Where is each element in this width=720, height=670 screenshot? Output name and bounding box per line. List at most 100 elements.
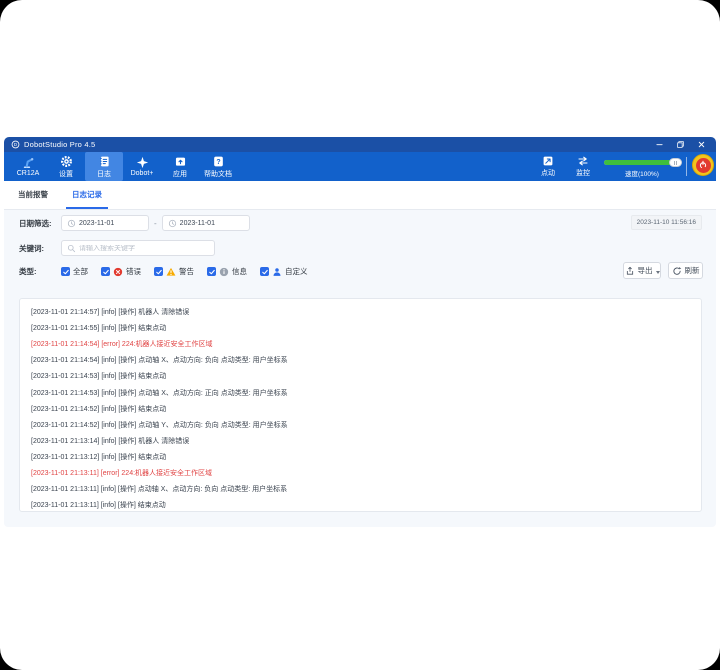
log-line: [2023-11-01 21:13:12] [info] [操作] 结束点动 bbox=[31, 449, 693, 465]
type-checkbox[interactable] bbox=[260, 267, 269, 276]
clock-icon bbox=[168, 219, 177, 228]
refresh-icon bbox=[672, 266, 682, 276]
nav-item-label: 日志 bbox=[97, 169, 111, 179]
check-icon bbox=[62, 268, 70, 276]
log-line: [2023-11-01 21:14:54] [info] [操作] 点动轴 X、… bbox=[31, 352, 693, 368]
refresh-label: 刷新 bbox=[685, 265, 700, 276]
log-line: [2023-11-01 21:14:54] [error] 224:机器人接近安… bbox=[31, 336, 693, 352]
check-icon bbox=[208, 268, 216, 276]
keyword-filter-row: 关键词: bbox=[19, 240, 215, 256]
log-list: [2023-11-01 21:14:57] [info] [操作] 机器人 清除… bbox=[19, 298, 702, 512]
type-filter-row: 类型: 全部错误警告信息自定义 bbox=[19, 263, 308, 280]
type-filter-自定义[interactable]: 自定义 bbox=[260, 266, 308, 277]
date-to-value[interactable] bbox=[180, 220, 244, 227]
log-line: [2023-11-01 21:13:11] [info] [操作] 结束点动 bbox=[31, 497, 693, 512]
check-icon bbox=[155, 268, 163, 276]
export-button[interactable]: 导出 bbox=[623, 262, 661, 279]
emergency-stop-inner bbox=[696, 158, 711, 173]
nav-item-帮助文档[interactable]: ? 帮助文档 bbox=[199, 152, 237, 181]
nav-item-label: 应用 bbox=[173, 169, 187, 179]
clock-icon bbox=[67, 219, 76, 228]
keyword-value[interactable] bbox=[79, 245, 209, 252]
log-line: [2023-11-01 21:13:11] [info] [操作] 点动轴 X、… bbox=[31, 481, 693, 497]
type-filter-label: 自定义 bbox=[285, 266, 308, 277]
type-filter-警告[interactable]: 警告 bbox=[154, 266, 194, 277]
date-filter-label: 日期筛选: bbox=[19, 218, 61, 229]
speed-slider[interactable] bbox=[604, 160, 680, 165]
nav-item-日志[interactable]: 日志 bbox=[85, 152, 123, 181]
monitor-button[interactable]: 监控 bbox=[568, 155, 598, 178]
system-time-badge: 2023-11-10 11:56:16 bbox=[631, 215, 702, 230]
date-range-separator: - bbox=[154, 219, 157, 228]
jog-label: 点动 bbox=[541, 168, 555, 178]
type-filter-全部[interactable]: 全部 bbox=[61, 266, 88, 277]
nav-item-cr12a[interactable]: CR12A bbox=[9, 152, 47, 181]
log-line: [2023-11-01 21:14:53] [info] [操作] 结束点动 bbox=[31, 368, 693, 384]
log-line: [2023-11-01 21:14:57] [info] [操作] 机器人 清除… bbox=[31, 304, 693, 320]
jog-icon bbox=[542, 155, 554, 167]
speed-label: 速度(100%) bbox=[602, 168, 682, 178]
nav-divider bbox=[686, 157, 687, 176]
gear-icon bbox=[60, 155, 73, 168]
refresh-button[interactable]: 刷新 bbox=[668, 262, 703, 279]
nav-item-label: 帮助文档 bbox=[204, 169, 232, 179]
monitor-label: 监控 bbox=[576, 168, 590, 178]
search-icon bbox=[67, 244, 76, 253]
apps-icon bbox=[174, 155, 187, 168]
log-line: [2023-11-01 21:14:55] [info] [操作] 结束点动 bbox=[31, 320, 693, 336]
power-icon bbox=[698, 160, 708, 170]
type-filter-错误[interactable]: 错误 bbox=[101, 266, 141, 277]
chevron-down-icon bbox=[656, 271, 660, 274]
jog-button[interactable]: 点动 bbox=[533, 155, 563, 178]
monitor-icon bbox=[577, 155, 589, 167]
type-checkbox-group: 全部 错误 警告 信息 自定义 bbox=[61, 266, 308, 277]
title-bar: D DobotStudio Pro 4.5 bbox=[4, 137, 716, 152]
export-icon bbox=[625, 266, 635, 276]
tab-current-alarm[interactable]: 当前报警 bbox=[12, 181, 54, 209]
date-to-input[interactable] bbox=[162, 215, 250, 231]
keyword-label: 关键词: bbox=[19, 243, 61, 254]
main-nav: CR12A 设置日志 Dobot+ 应用? 帮助文档 点动 监控 速度(100%) bbox=[4, 152, 716, 181]
dobot-logo-icon: D bbox=[11, 140, 20, 149]
log-line: [2023-11-01 21:14:52] [info] [操作] 点动轴 Y、… bbox=[31, 417, 693, 433]
window-title: DobotStudio Pro 4.5 bbox=[24, 140, 95, 149]
puzzle-icon bbox=[136, 156, 149, 169]
check-icon bbox=[261, 268, 269, 276]
screenshot-card: D DobotStudio Pro 4.5 CR12A 设置日志 Dobot+ 应用?… bbox=[0, 0, 720, 670]
type-checkbox[interactable] bbox=[154, 267, 163, 276]
log-line: [2023-11-01 21:13:14] [info] [操作] 机器人 清除… bbox=[31, 433, 693, 449]
nav-item-设置[interactable]: 设置 bbox=[47, 152, 85, 181]
nav-item-应用[interactable]: 应用 bbox=[161, 152, 199, 181]
type-checkbox[interactable] bbox=[101, 267, 110, 276]
emergency-stop-button[interactable] bbox=[692, 154, 714, 176]
log-record-page: 日期筛选: - 2023-11-10 11:56:16 关键词: bbox=[4, 210, 716, 527]
keyword-search-input[interactable] bbox=[61, 240, 215, 256]
type-filter-信息[interactable]: 信息 bbox=[207, 266, 247, 277]
export-label: 导出 bbox=[638, 265, 653, 276]
date-from-value[interactable] bbox=[79, 220, 143, 227]
date-from-input[interactable] bbox=[61, 215, 149, 231]
minimize-icon[interactable] bbox=[655, 140, 664, 149]
restore-icon[interactable] bbox=[676, 140, 685, 149]
log-book-icon bbox=[98, 155, 111, 168]
warning-icon bbox=[166, 267, 176, 277]
type-checkbox[interactable] bbox=[61, 267, 70, 276]
speed-slider-handle[interactable] bbox=[669, 158, 682, 167]
tab-bar: 当前报警 日志记录 bbox=[4, 181, 716, 210]
close-icon[interactable] bbox=[697, 140, 706, 149]
svg-text:?: ? bbox=[216, 159, 220, 166]
tab-log-record[interactable]: 日志记录 bbox=[66, 181, 108, 209]
type-checkbox[interactable] bbox=[207, 267, 216, 276]
date-filter-row: 日期筛选: - bbox=[19, 215, 250, 231]
user-icon bbox=[272, 267, 282, 277]
robot-arm-icon bbox=[22, 156, 35, 169]
window-controls bbox=[655, 140, 709, 149]
type-filter-label: 全部 bbox=[73, 266, 88, 277]
svg-text:D: D bbox=[14, 142, 18, 147]
nav-item-dobot+[interactable]: Dobot+ bbox=[123, 152, 161, 181]
info-icon bbox=[219, 267, 229, 277]
nav-item-label: CR12A bbox=[17, 170, 40, 177]
type-filter-label: 信息 bbox=[232, 266, 247, 277]
type-filter-label: 警告 bbox=[179, 266, 194, 277]
nav-item-label: Dobot+ bbox=[131, 170, 154, 177]
